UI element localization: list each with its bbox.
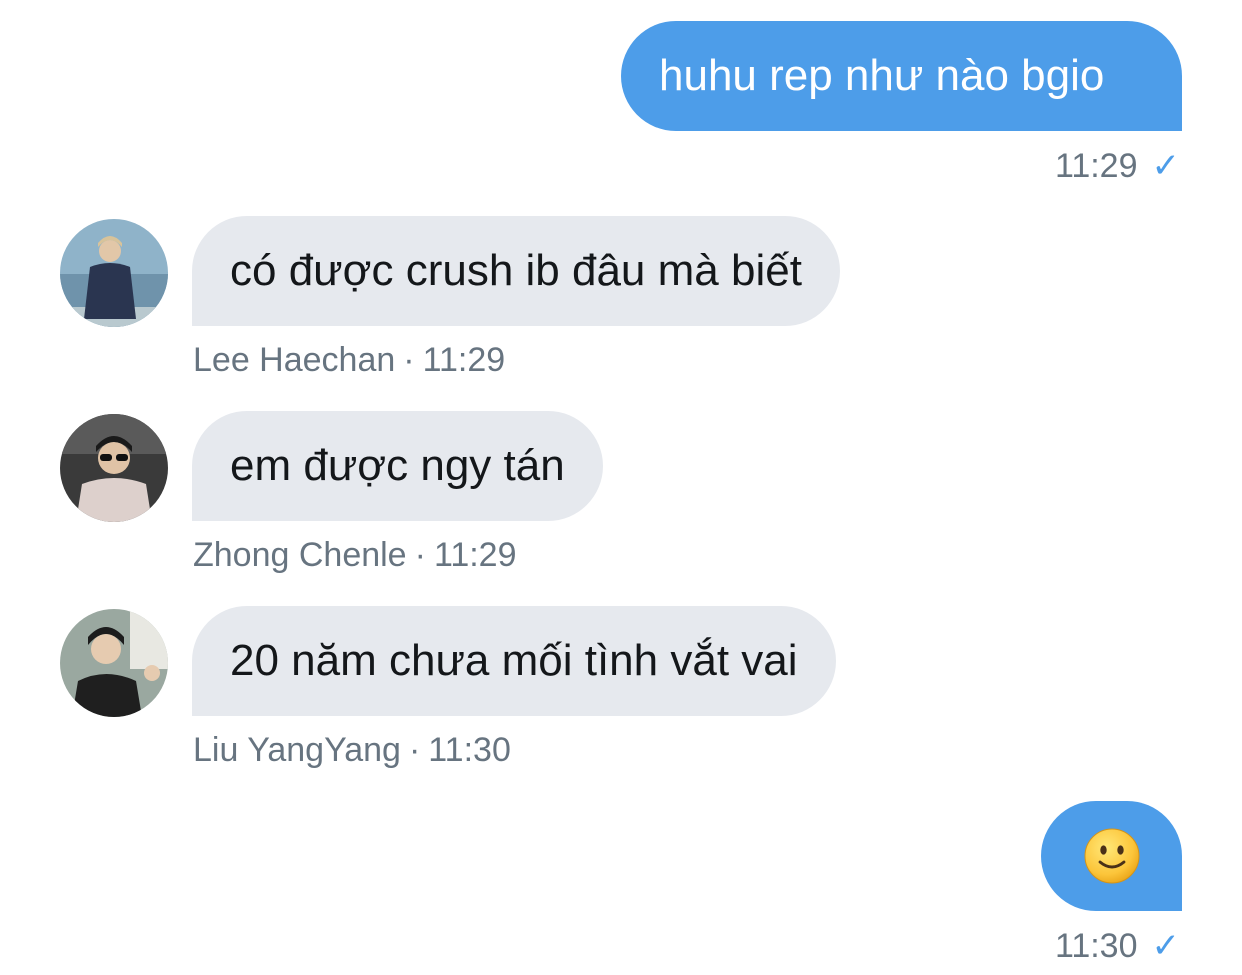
message-meta: 11:29 ✓ [1055, 146, 1180, 186]
incoming-message-bubble[interactable]: 20 năm chưa mối tình vắt vai [192, 606, 836, 716]
avatar-photo-icon [60, 609, 168, 717]
message-text: em được ngy tán [230, 441, 565, 490]
message-text: huhu rep như nào bgio [659, 51, 1105, 100]
avatar[interactable] [60, 219, 168, 327]
message-text: có được crush ib đâu mà biết [230, 246, 802, 295]
meta-separator: · [408, 731, 421, 769]
avatar-photo-icon [60, 414, 168, 522]
avatar[interactable] [60, 609, 168, 717]
chat-thread: huhu rep như nào bgio 11:29 ✓ có được cr… [0, 0, 1242, 975]
message-meta: 11:30 ✓ [1055, 926, 1180, 966]
avatar-photo-icon [60, 219, 168, 327]
sender-name[interactable]: Zhong Chenle [193, 536, 407, 574]
meta-separator: · [414, 536, 426, 574]
avatar[interactable] [60, 414, 168, 522]
message-meta: Lee Haechan · 11:29 [193, 341, 505, 380]
message-time: 11:30 [428, 731, 511, 769]
check-icon: ✓ [1151, 927, 1181, 965]
meta-separator: · [403, 341, 415, 379]
message-text: 20 năm chưa mối tình vắt vai [230, 636, 798, 685]
incoming-message-bubble[interactable]: em được ngy tán [192, 411, 603, 521]
incoming-message-bubble[interactable]: có được crush ib đâu mà biết [192, 216, 840, 326]
message-time: 11:29 [433, 536, 517, 574]
outgoing-message-bubble[interactable]: huhu rep như nào bgio [621, 21, 1182, 131]
outgoing-message-bubble[interactable] [1041, 801, 1182, 911]
message-time: 11:29 [1054, 146, 1138, 185]
message-meta: Zhong Chenle · 11:29 [193, 536, 517, 575]
message-meta: Liu YangYang · 11:30 [193, 731, 511, 770]
message-time: 11:30 [1054, 926, 1138, 965]
sender-name[interactable]: Lee Haechan [193, 341, 395, 379]
check-icon: ✓ [1151, 147, 1181, 185]
slightly-smiling-face-icon [1084, 828, 1139, 884]
message-time: 11:29 [422, 341, 506, 379]
sender-name[interactable]: Liu YangYang [193, 731, 401, 769]
